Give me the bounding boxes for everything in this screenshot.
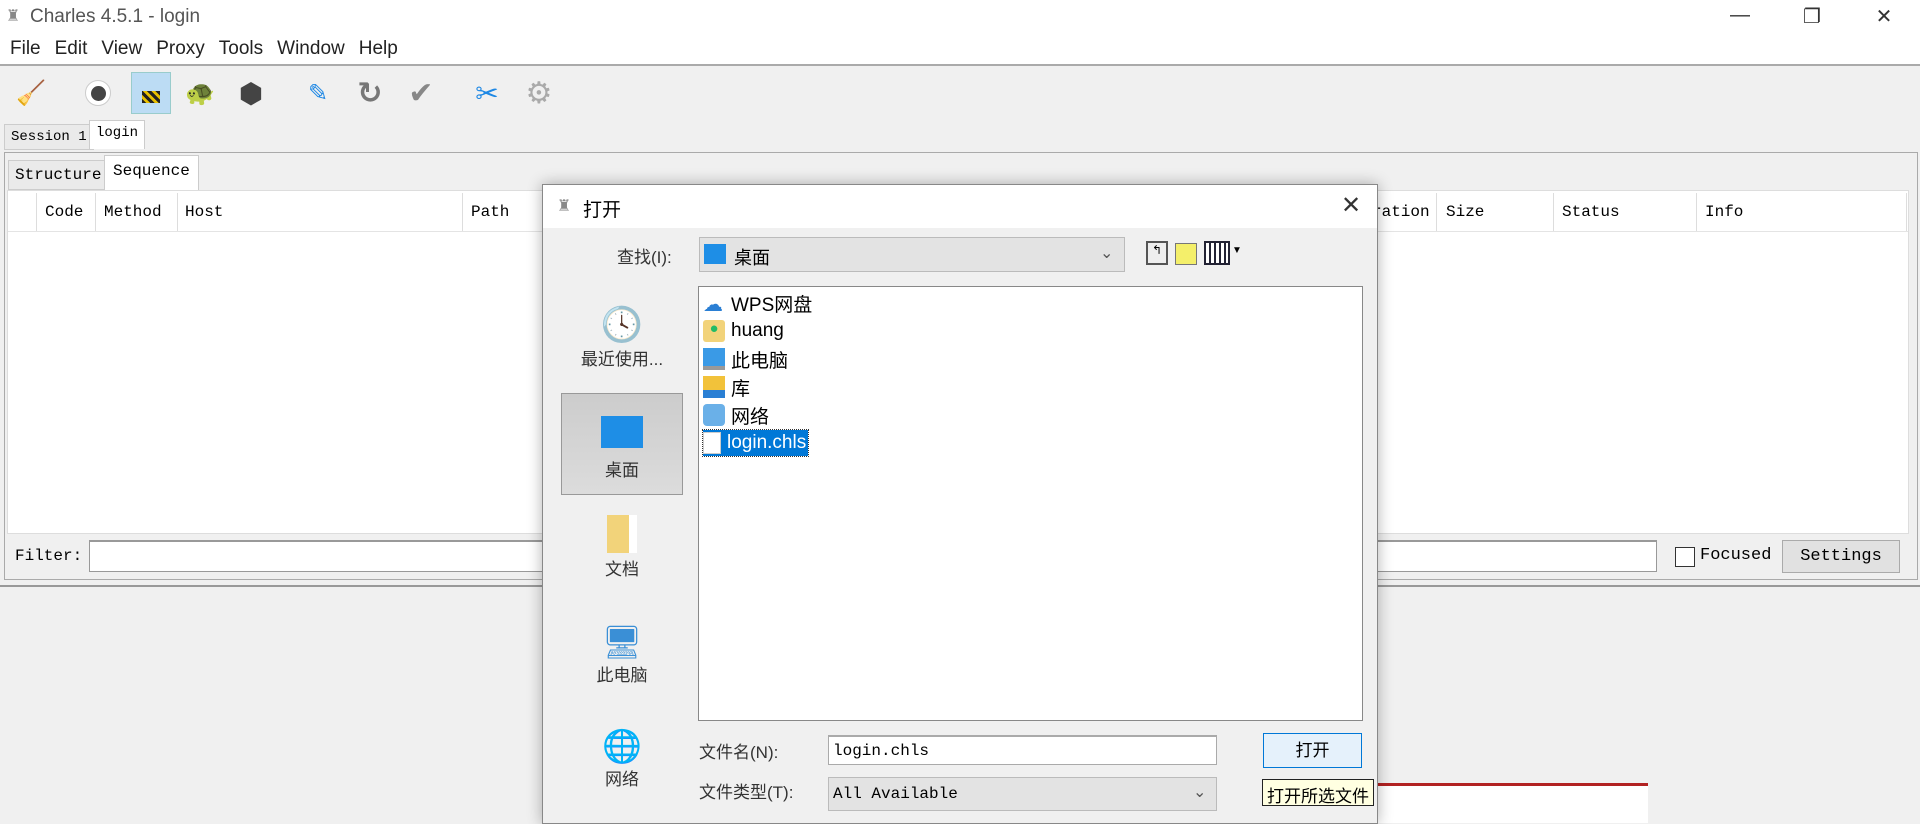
chevron-down-icon: ⌄: [1100, 245, 1114, 262]
place-label: 网络: [605, 770, 639, 789]
file-name: 此电脑: [731, 350, 789, 372]
menu-view[interactable]: View: [91, 33, 142, 60]
file-item-selected[interactable]: login.chls: [701, 429, 810, 457]
file-item[interactable]: ● huang: [703, 318, 786, 344]
file-name: huang: [731, 320, 784, 341]
open-button[interactable]: 打开: [1263, 733, 1362, 768]
new-folder-icon[interactable]: [1175, 243, 1197, 265]
file-name: login.chls: [727, 432, 807, 453]
settings-button[interactable]: Settings: [1782, 540, 1900, 573]
column-size[interactable]: Size: [1446, 203, 1484, 221]
maximize-button[interactable]: ❐: [1792, 4, 1832, 29]
column-status[interactable]: Status: [1562, 203, 1620, 221]
dialog-title-bar: [543, 185, 1377, 228]
validate-check-icon[interactable]: ✔: [404, 76, 438, 110]
settings-gear-icon[interactable]: ⚙: [522, 76, 556, 110]
place-this-pc[interactable]: 🖥 此电脑: [561, 623, 683, 686]
tab-session-1[interactable]: Session 1: [4, 124, 94, 150]
tab-sequence[interactable]: Sequence: [104, 155, 199, 192]
filetype-label: 文件类型(T):: [699, 783, 794, 802]
charles-app-icon: ♜: [6, 8, 21, 25]
column-info[interactable]: Info: [1705, 203, 1743, 221]
recent-clock-icon: 🕓: [600, 306, 644, 344]
tab-structure[interactable]: Structure: [8, 160, 109, 190]
place-desktop[interactable]: 桌面: [561, 393, 683, 495]
menu-tools[interactable]: Tools: [209, 33, 263, 60]
place-label: 最近使用...: [580, 350, 664, 369]
caret-down-icon: ▼: [1232, 245, 1242, 256]
minimize-button[interactable]: —: [1720, 4, 1760, 27]
file-name: WPS网盘: [731, 294, 813, 316]
file-list[interactable]: ☁ WPS网盘 ● huang 此电脑 库 网络 login.chls: [698, 286, 1363, 721]
place-label: 桌面: [605, 461, 639, 480]
file-item[interactable]: 网络: [703, 402, 771, 428]
filetype-combo[interactable]: All Available ⌄: [828, 777, 1217, 811]
cloud-icon: ☁: [703, 294, 723, 316]
documents-folder-icon: [607, 515, 637, 553]
library-folder-icon: [703, 376, 725, 398]
focused-label: Focused: [1700, 546, 1772, 565]
charles-app-icon: ♜: [557, 198, 572, 215]
look-in-value: 桌面: [734, 248, 770, 268]
focused-checkbox[interactable]: [1675, 547, 1695, 567]
file-item[interactable]: ☁ WPS网盘: [703, 290, 814, 316]
menu-proxy[interactable]: Proxy: [146, 33, 205, 60]
filetype-value: All Available: [833, 785, 958, 803]
computer-icon: [703, 348, 725, 370]
file-name: 网络: [731, 406, 770, 428]
title-bar: ♜ Charles 4.5.1 - login — ❐ ✕: [0, 0, 1920, 33]
record-icon[interactable]: [81, 76, 115, 110]
network-icon: [703, 404, 725, 426]
open-button-tooltip: 打开所选文件: [1262, 779, 1374, 806]
ssl-lock-icon[interactable]: [131, 72, 171, 114]
file-name: 库: [731, 378, 751, 400]
menu-bar: File Edit View Proxy Tools Window Help: [0, 33, 1920, 66]
tools-icon[interactable]: ✂: [470, 76, 504, 110]
column-duration[interactable]: ration: [1372, 203, 1430, 221]
file-item[interactable]: 库: [703, 374, 752, 400]
desktop-icon: [704, 244, 726, 264]
look-in-combo[interactable]: 桌面 ⌄: [699, 237, 1125, 272]
desktop-icon: [601, 416, 643, 448]
look-in-label: 查找(I):: [617, 248, 672, 267]
column-host[interactable]: Host: [185, 203, 223, 221]
close-button[interactable]: ✕: [1864, 4, 1904, 29]
compose-pen-icon[interactable]: ✎: [301, 76, 335, 110]
repeat-icon[interactable]: ↻: [353, 76, 387, 110]
menu-file[interactable]: File: [0, 33, 41, 60]
dialog-title: 打开: [583, 200, 622, 221]
menu-help[interactable]: Help: [349, 33, 398, 60]
open-file-dialog: ♜ 打开 ✕ 查找(I): 桌面 ⌄ ↰ ▼ 🕓 最近使用... 桌面 文档 🖥…: [542, 184, 1378, 824]
view-menu-icon[interactable]: [1204, 241, 1230, 265]
file-item[interactable]: 此电脑: [703, 346, 790, 372]
dialog-close-button[interactable]: ✕: [1341, 191, 1361, 220]
menu-window[interactable]: Window: [267, 33, 345, 60]
place-network[interactable]: 🌐 网络: [561, 727, 683, 790]
filter-label: Filter:: [15, 547, 83, 565]
place-recent[interactable]: 🕓 最近使用...: [561, 305, 683, 370]
computer-icon: 🖥: [601, 624, 643, 660]
filename-input[interactable]: [828, 735, 1217, 765]
throttle-turtle-icon[interactable]: 🐢: [183, 76, 217, 110]
menu-edit[interactable]: Edit: [45, 33, 88, 60]
user-folder-icon: ●: [703, 320, 725, 342]
tab-login[interactable]: login: [89, 120, 146, 149]
stop-hexagon-icon[interactable]: ⬢: [234, 76, 268, 110]
place-documents[interactable]: 文档: [561, 515, 683, 580]
chls-file-icon: [703, 432, 721, 454]
window-title: Charles 4.5.1 - login: [30, 6, 201, 27]
place-label: 此电脑: [596, 666, 648, 685]
chevron-down-icon: ⌄: [1193, 784, 1207, 801]
broom-icon[interactable]: 🧹: [14, 76, 48, 110]
column-code[interactable]: Code: [45, 203, 83, 221]
place-label: 文档: [605, 560, 639, 579]
up-folder-icon[interactable]: ↰: [1146, 241, 1168, 265]
column-method[interactable]: Method: [104, 203, 162, 221]
network-globe-icon: 🌐: [602, 728, 642, 764]
column-path[interactable]: Path: [471, 203, 509, 221]
filename-label: 文件名(N):: [699, 743, 779, 762]
